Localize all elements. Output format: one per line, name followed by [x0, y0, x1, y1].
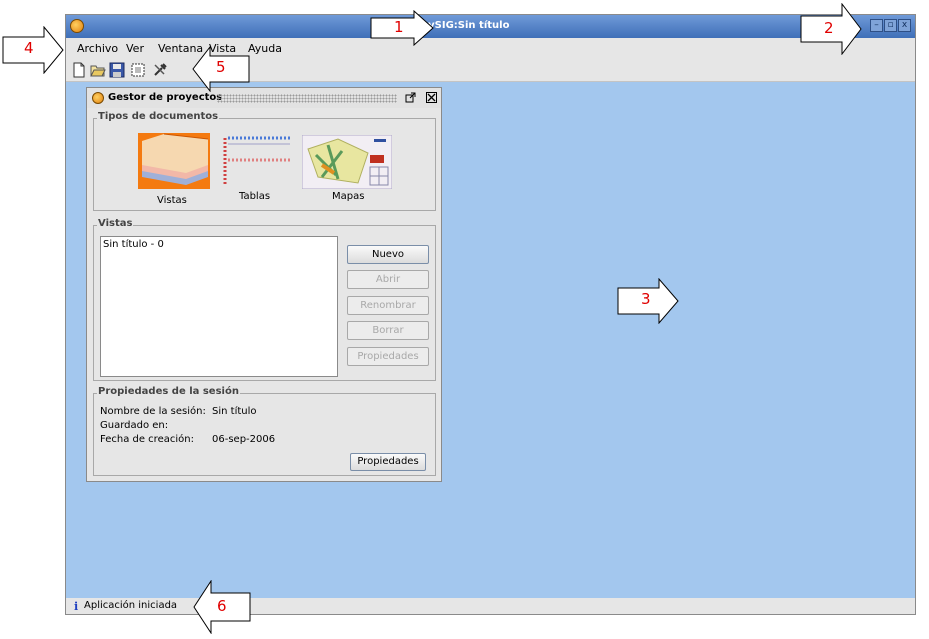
maximize-button[interactable]: ▫: [884, 19, 897, 32]
views-doc-icon[interactable]: [138, 133, 210, 189]
maps-doc-icon[interactable]: [301, 134, 393, 190]
callout-arrow-6: 6: [193, 579, 251, 635]
callout-number-2: 2: [824, 19, 834, 37]
gvsig-logo-icon: [92, 92, 104, 104]
tools-icon[interactable]: [152, 62, 168, 78]
session-name-value: Sin título: [212, 406, 257, 417]
tables-doc-label: Tablas: [239, 191, 271, 202]
views-doc-label: Vistas: [157, 195, 187, 206]
callout-arrow-5: 5: [192, 45, 250, 93]
project-manager-title: Gestor de proyectos: [108, 92, 223, 103]
new-project-icon[interactable]: [71, 62, 87, 78]
session-properties-group: Propiedades de la sesión Nombre de la se…: [93, 386, 436, 476]
new-view-button[interactable]: Nuevo: [347, 245, 429, 264]
print-layout-icon[interactable]: [130, 62, 146, 78]
session-properties-title: Propiedades de la sesión: [97, 386, 240, 397]
save-project-icon[interactable]: [109, 62, 125, 78]
views-group: Vistas Sin título - 0 Nuevo Abrir Renomb…: [93, 218, 436, 381]
callout-arrow-2: 2: [800, 2, 862, 56]
views-group-title: Vistas: [97, 218, 134, 229]
creation-date-value: 06-sep-2006: [212, 434, 276, 445]
callout-arrow-4: 4: [2, 25, 64, 75]
close-frame-icon[interactable]: [426, 92, 437, 103]
project-manager-window: Gestor de proyectos Tipos de documentos …: [86, 87, 442, 482]
minimize-button[interactable]: –: [870, 19, 883, 32]
list-item[interactable]: Sin título - 0: [103, 239, 164, 250]
delete-view-button[interactable]: Borrar: [347, 321, 429, 340]
gvsig-logo-icon: [70, 19, 84, 33]
view-properties-button[interactable]: Propiedades: [347, 347, 429, 366]
document-types-group: Tipos de documentos Vistas Tablas Mapas: [93, 111, 436, 211]
saved-in-label: Guardado en:: [100, 420, 169, 431]
menu-ver[interactable]: Ver: [126, 42, 144, 55]
info-icon: i: [74, 600, 79, 613]
views-list[interactable]: Sin título - 0: [100, 236, 338, 377]
session-properties-button[interactable]: Propiedades: [350, 453, 426, 471]
title-bar[interactable]: gvSIG:Sin título – ▫ x: [66, 15, 915, 38]
creation-date-label: Fecha de creación:: [100, 434, 194, 445]
document-types-title: Tipos de documentos: [97, 111, 220, 122]
maximize-frame-icon[interactable]: [405, 92, 416, 103]
callout-number-1: 1: [394, 18, 404, 36]
callout-number-6: 6: [217, 597, 227, 615]
status-text: Aplicación iniciada: [84, 600, 178, 611]
callout-arrow-3: 3: [617, 277, 679, 325]
session-name-label: Nombre de la sesión:: [100, 406, 206, 417]
callout-number-4: 4: [24, 39, 34, 57]
maps-doc-label: Mapas: [332, 191, 365, 202]
project-manager-title-bar[interactable]: Gestor de proyectos: [87, 88, 441, 108]
menu-archivo[interactable]: Archivo: [77, 42, 118, 55]
callout-arrow-1: 1: [370, 9, 434, 47]
close-button[interactable]: x: [898, 19, 911, 32]
callout-number-5: 5: [216, 58, 226, 76]
window-title: gvSIG:Sin título: [421, 20, 510, 31]
open-project-icon[interactable]: [90, 62, 106, 78]
tables-doc-icon[interactable]: [222, 136, 292, 188]
rename-view-button[interactable]: Renombrar: [347, 296, 429, 315]
title-grip: [217, 94, 397, 103]
menu-ayuda[interactable]: Ayuda: [248, 42, 282, 55]
open-view-button[interactable]: Abrir: [347, 270, 429, 289]
callout-number-3: 3: [641, 290, 651, 308]
